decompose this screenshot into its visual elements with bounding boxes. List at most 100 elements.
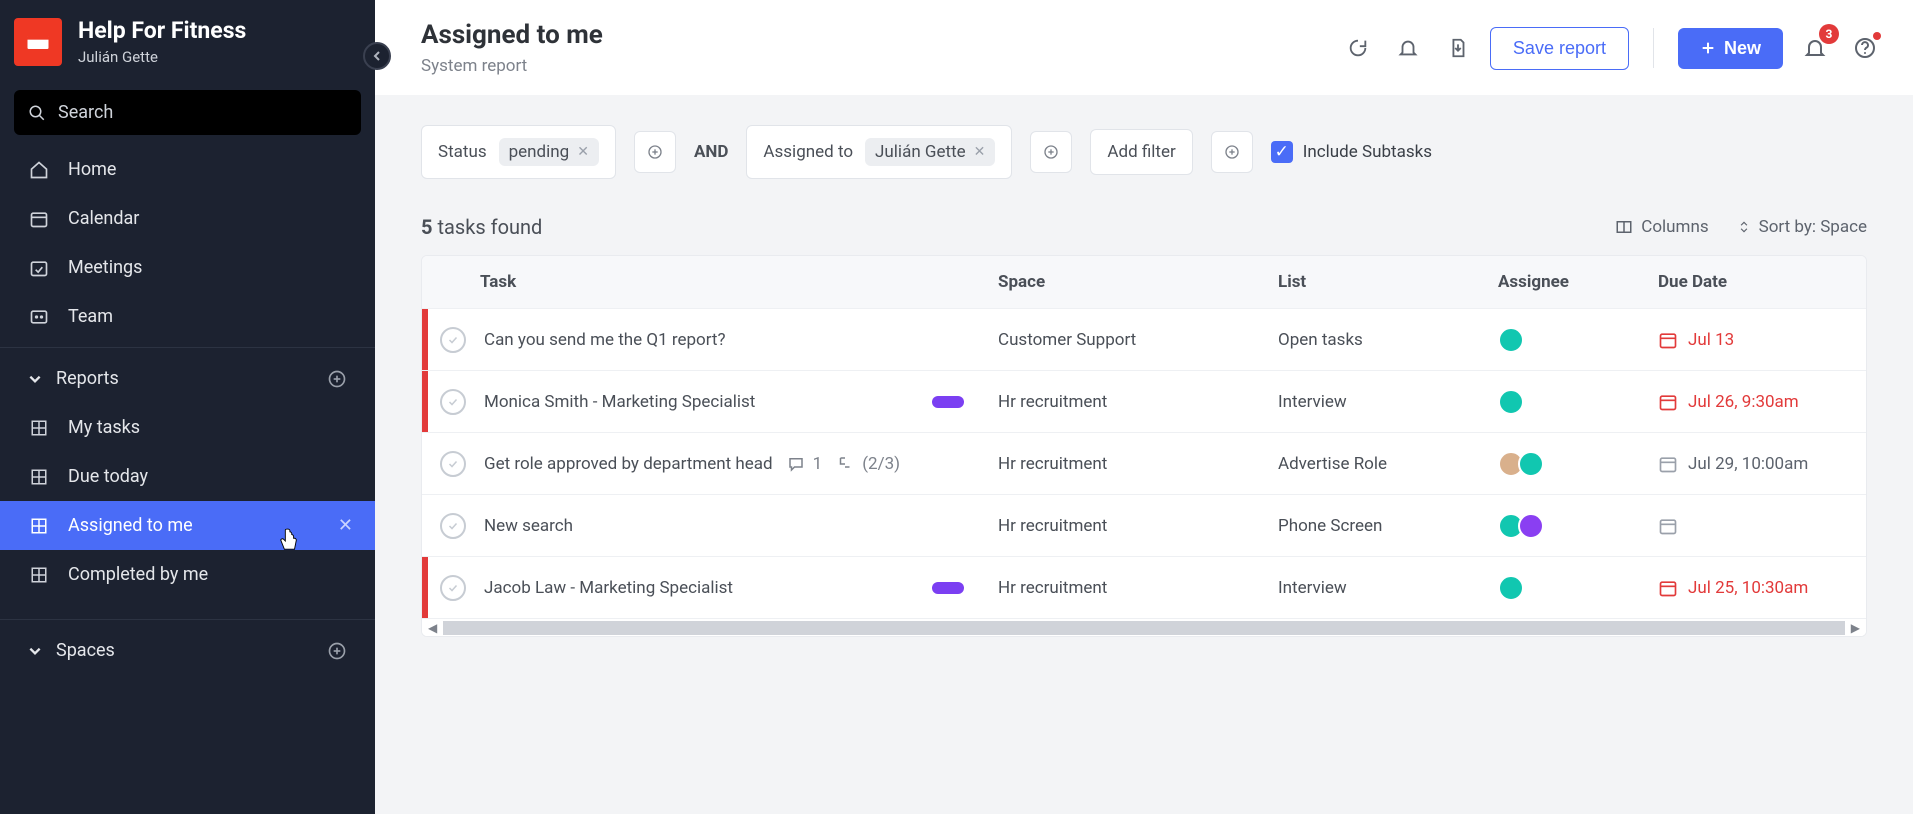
add-space-button[interactable] [327,641,347,661]
task-cell[interactable]: Monica Smith - Marketing Specialist [472,382,986,422]
col-space[interactable]: Space [986,272,1266,292]
filter-status-chip[interactable]: pending ✕ [499,138,599,166]
notifications-button[interactable]: 3 [1797,30,1833,66]
add-filter-plus[interactable] [1211,131,1253,173]
report-due-today[interactable]: Due today [0,452,375,501]
section-reports[interactable]: Reports [0,354,375,403]
nav-calendar[interactable]: Calendar [0,194,375,243]
due-date-cell[interactable]: Jul 13 [1646,320,1866,360]
alerts-button[interactable] [1390,30,1426,66]
chevron-down-icon [28,372,42,386]
subtasks-count[interactable]: (2/3) [836,454,900,474]
check-circle-icon [440,389,466,415]
add-filter-button[interactable]: Add filter [1090,129,1192,175]
add-report-button[interactable] [327,369,347,389]
task-cell[interactable]: Jacob Law - Marketing Specialist [472,568,986,608]
report-assigned-to-me[interactable]: Assigned to me ✕ [0,501,375,550]
notification-count: 3 [1819,24,1839,44]
save-report-button[interactable]: Save report [1490,27,1629,70]
space-cell[interactable]: Hr recruitment [986,568,1266,608]
col-task[interactable]: Task [422,272,986,292]
remove-chip-icon[interactable]: ✕ [577,144,589,160]
scroll-track[interactable] [443,621,1845,635]
filter-status[interactable]: Status pending ✕ [421,125,616,179]
list-cell[interactable]: Advertise Role [1266,444,1486,484]
avatar[interactable] [1498,327,1524,353]
include-subtasks-toggle[interactable]: ✓ Include Subtasks [1271,141,1432,163]
table-row[interactable]: Monica Smith - Marketing SpecialistHr re… [422,370,1866,432]
results-header: 5 tasks found Columns Sort by: Space [375,215,1913,239]
due-date-cell[interactable]: Jul 26, 9:30am [1646,382,1866,422]
nav-meetings[interactable]: Meetings [0,243,375,292]
refresh-button[interactable] [1340,30,1376,66]
columns-button[interactable]: Columns [1615,217,1708,237]
table-row[interactable]: Get role approved by department head 1 (… [422,432,1866,494]
help-button[interactable] [1847,30,1883,66]
avatar[interactable] [1498,575,1524,601]
table-row[interactable]: New searchHr recruitmentPhone Screen [422,494,1866,556]
table-row[interactable]: Can you send me the Q1 report?Customer S… [422,308,1866,370]
report-completed-by-me[interactable]: Completed by me [0,550,375,599]
complete-checkbox[interactable] [428,379,472,425]
list-cell[interactable]: Interview [1266,568,1486,608]
horizontal-scrollbar[interactable]: ◀ ▶ [422,618,1866,636]
workspace-logo[interactable] [14,18,62,66]
new-button[interactable]: New [1678,28,1783,69]
assignee-cell[interactable] [1486,379,1646,425]
nav-home[interactable]: Home [0,145,375,194]
avatar[interactable] [1498,389,1524,415]
team-icon [28,307,50,327]
search-input[interactable]: Search [14,90,361,135]
complete-checkbox[interactable] [428,503,472,549]
tag-pill[interactable] [932,396,964,408]
avatar[interactable] [1518,451,1544,477]
space-cell[interactable]: Hr recruitment [986,506,1266,546]
list-cell[interactable]: Open tasks [1266,320,1486,360]
report-my-tasks[interactable]: My tasks [0,403,375,452]
divider [1653,28,1654,68]
remove-chip-icon[interactable]: ✕ [974,144,986,160]
complete-checkbox[interactable] [428,441,472,487]
scroll-left-icon[interactable]: ◀ [428,621,437,635]
col-due[interactable]: Due Date [1646,272,1866,292]
close-report-button[interactable]: ✕ [338,515,353,536]
nav-team[interactable]: Team [0,292,375,341]
list-cell[interactable]: Phone Screen [1266,506,1486,546]
due-date-cell[interactable]: Jul 29, 10:00am [1646,444,1866,484]
add-assigned-value[interactable] [1030,131,1072,173]
avatar[interactable] [1518,513,1544,539]
complete-checkbox[interactable] [428,565,472,611]
space-cell[interactable]: Customer Support [986,320,1266,360]
check-circle-icon [440,575,466,601]
assignee-cell[interactable] [1486,317,1646,363]
section-spaces[interactable]: Spaces [0,626,375,675]
col-list[interactable]: List [1266,272,1486,292]
assignee-cell[interactable] [1486,503,1646,549]
task-cell[interactable]: Can you send me the Q1 report? [472,320,986,360]
collapse-sidebar-button[interactable] [363,42,391,70]
list-cell[interactable]: Interview [1266,382,1486,422]
due-date-cell[interactable] [1646,506,1866,546]
export-button[interactable] [1440,30,1476,66]
plus-icon [1700,40,1716,56]
space-cell[interactable]: Hr recruitment [986,382,1266,422]
sort-button[interactable]: Sort by: Space [1737,217,1867,237]
space-cell[interactable]: Hr recruitment [986,444,1266,484]
comments-count[interactable]: 1 [787,454,823,474]
task-cell[interactable]: Get role approved by department head 1 (… [472,444,986,484]
divider [0,347,375,348]
filter-assigned[interactable]: Assigned to Julián Gette ✕ [746,125,1012,179]
scroll-right-icon[interactable]: ▶ [1851,621,1860,635]
assignee-cell[interactable] [1486,565,1646,611]
add-status-value[interactable] [634,131,676,173]
filter-assigned-chip[interactable]: Julián Gette ✕ [865,138,995,166]
complete-checkbox[interactable] [428,317,472,363]
due-date-cell[interactable]: Jul 25, 10:30am [1646,568,1866,608]
assignee-cell[interactable] [1486,441,1646,487]
page-title: Assigned to me [421,20,603,50]
tag-pill[interactable] [932,582,964,594]
col-assignee[interactable]: Assignee [1486,272,1646,292]
task-cell[interactable]: New search [472,506,986,546]
main: Assigned to me System report Save report… [375,0,1913,814]
table-row[interactable]: Jacob Law - Marketing SpecialistHr recru… [422,556,1866,618]
